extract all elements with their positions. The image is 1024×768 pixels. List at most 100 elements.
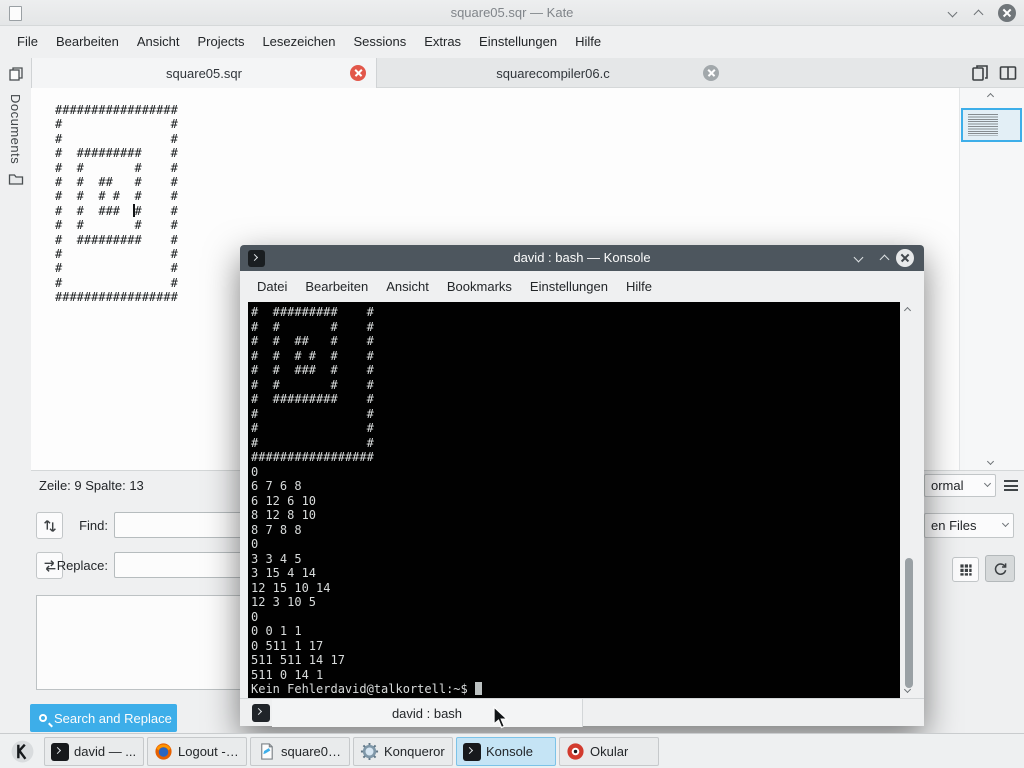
konsole-icon <box>463 743 481 761</box>
application-launcher-button[interactable] <box>4 737 40 766</box>
minimize-icon[interactable] <box>854 253 864 263</box>
editor-line: # # <box>55 132 958 146</box>
konsole-tabbar: david : bash <box>240 698 924 726</box>
terminal-line: # # <box>251 421 900 436</box>
scroll-up-icon[interactable] <box>987 93 994 100</box>
search-and-replace-label: Search and Replace <box>54 711 172 726</box>
konsole-window-title: david : bash — Konsole <box>240 245 924 271</box>
minimap-text-preview <box>968 114 998 136</box>
task-button-okular[interactable]: Okular <box>559 737 659 766</box>
terminal-line: # # # # <box>251 320 900 335</box>
terminal-line: # ######### # <box>251 305 900 320</box>
menu-einstellungen[interactable]: Einstellungen <box>521 271 617 302</box>
terminal-prompt: Kein Fehlerdavid@talkortell:~$ <box>251 682 475 696</box>
magnifier-icon <box>39 714 47 722</box>
kate-window-title: square05.sqr — Kate <box>0 0 1024 26</box>
terminal-line: # # # # # # <box>251 349 900 364</box>
close-icon[interactable] <box>998 4 1016 22</box>
menu-datei[interactable]: Datei <box>248 271 296 302</box>
highlighting-mode-dropdown[interactable]: ormal <box>924 474 996 497</box>
terminal-screen[interactable]: # ######### ## # # ## # ## # ## # # # # … <box>248 302 900 698</box>
minimize-icon[interactable] <box>948 8 958 18</box>
status-menu-icon[interactable] <box>1004 480 1018 491</box>
tab-label: square05.sqr <box>166 66 242 81</box>
menu-projects[interactable]: Projects <box>188 26 253 58</box>
tab-squarecompiler06-c[interactable]: squarecompiler06.c <box>377 58 729 88</box>
terminal-scrollbar[interactable] <box>900 302 918 698</box>
menu-sessions[interactable]: Sessions <box>344 26 415 58</box>
konsole-tab-david-bash[interactable]: david : bash <box>272 699 583 727</box>
find-label: Find: <box>58 518 108 533</box>
scrollbar-thumb[interactable] <box>905 558 913 688</box>
menu-ansicht[interactable]: Ansicht <box>128 26 189 58</box>
terminal-line: 0 0 1 1 <box>251 624 900 639</box>
editor-line: # ######### # <box>55 146 958 160</box>
menu-bearbeiten[interactable]: Bearbeiten <box>296 271 377 302</box>
scroll-down-icon[interactable] <box>987 458 994 465</box>
menu-file[interactable]: File <box>8 26 47 58</box>
task-label: david — ... <box>74 744 136 759</box>
editor-line: # # ### # # <box>55 204 958 218</box>
task-button-square05[interactable]: square05.... <box>250 737 350 766</box>
konsole-menubar: Datei Bearbeiten Ansicht Bookmarks Einst… <box>240 271 924 302</box>
new-tab-button[interactable] <box>252 704 270 722</box>
maximize-icon[interactable] <box>880 255 890 265</box>
tab-close-icon[interactable] <box>703 65 719 81</box>
menu-hilfe[interactable]: Hilfe <box>566 26 610 58</box>
terminal-line: 0 <box>251 537 900 552</box>
konsole-titlebar[interactable]: david : bash — Konsole <box>240 245 924 271</box>
menu-extras[interactable]: Extras <box>415 26 470 58</box>
terminal-line: ################# <box>251 450 900 465</box>
task-button-logout[interactable]: Logout - ... <box>147 737 247 766</box>
cursor-position-status: Zeile: 9 Spalte: 13 <box>39 478 144 493</box>
search-and-replace-toggle-button[interactable]: Search and Replace <box>30 704 177 732</box>
close-icon[interactable] <box>896 249 914 267</box>
terminal-prompt-line: Kein Fehlerdavid@talkortell:~$ <box>251 682 900 697</box>
split-view-icon[interactable] <box>998 63 1018 83</box>
tab-close-icon[interactable] <box>350 65 366 81</box>
konsole-app-icon <box>248 250 265 267</box>
menu-bookmarks[interactable]: Bookmarks <box>438 271 521 302</box>
tab-square05-sqr[interactable]: square05.sqr <box>31 58 377 88</box>
kate-menubar: File Bearbeiten Ansicht Projects Lesezei… <box>0 26 1024 58</box>
task-button-david[interactable]: david — ... <box>44 737 144 766</box>
options-grid-button[interactable] <box>952 557 979 582</box>
task-label: Okular <box>590 744 628 759</box>
editor-minimap-scrollbar[interactable] <box>959 88 1024 470</box>
okular-icon <box>566 742 585 761</box>
refresh-button[interactable] <box>985 555 1015 582</box>
search-in-dropdown-label: en Files <box>931 518 977 533</box>
menu-hilfe[interactable]: Hilfe <box>617 271 661 302</box>
maximize-icon[interactable] <box>974 10 984 20</box>
desktop: square05.sqr — Kate File Bearbeiten Ansi… <box>0 0 1024 768</box>
replace-label: Replace: <box>44 558 108 573</box>
search-in-dropdown[interactable]: en Files <box>924 513 1014 538</box>
terminal-line: 8 12 8 10 <box>251 508 900 523</box>
terminal-line: # ######### # <box>251 392 900 407</box>
kate-icon <box>257 742 276 761</box>
minimap-view-indicator[interactable] <box>961 108 1022 142</box>
documents-icon[interactable] <box>8 66 24 87</box>
tab-label: squarecompiler06.c <box>496 66 609 81</box>
sidebar-item-documents[interactable]: Documents <box>8 94 23 164</box>
terminal-line: 511 511 14 17 <box>251 653 900 668</box>
document-list-icon[interactable] <box>970 63 990 83</box>
filesystem-browser-icon[interactable] <box>8 171 24 192</box>
terminal-line: 0 <box>251 610 900 625</box>
editor-line: # # # # <box>55 161 958 175</box>
editor-line: # # # # <box>55 218 958 232</box>
terminal-line: # # <box>251 407 900 422</box>
task-button-konqueror[interactable]: Konqueror <box>353 737 453 766</box>
task-button-konsole[interactable]: Konsole <box>456 737 556 766</box>
menu-ansicht[interactable]: Ansicht <box>377 271 438 302</box>
kate-left-sidebar: Documents <box>0 58 31 733</box>
konqueror-icon <box>360 742 379 761</box>
kde-logo-icon <box>10 739 35 764</box>
kate-titlebar[interactable]: square05.sqr — Kate <box>0 0 1024 26</box>
terminal-output: # ######### ## # # ## # ## # ## # # # # … <box>251 305 900 682</box>
menu-einstellungen[interactable]: Einstellungen <box>470 26 566 58</box>
terminal-line: 12 15 10 14 <box>251 581 900 596</box>
scroll-up-icon[interactable] <box>904 307 911 314</box>
menu-bearbeiten[interactable]: Bearbeiten <box>47 26 128 58</box>
menu-lesezeichen[interactable]: Lesezeichen <box>253 26 344 58</box>
